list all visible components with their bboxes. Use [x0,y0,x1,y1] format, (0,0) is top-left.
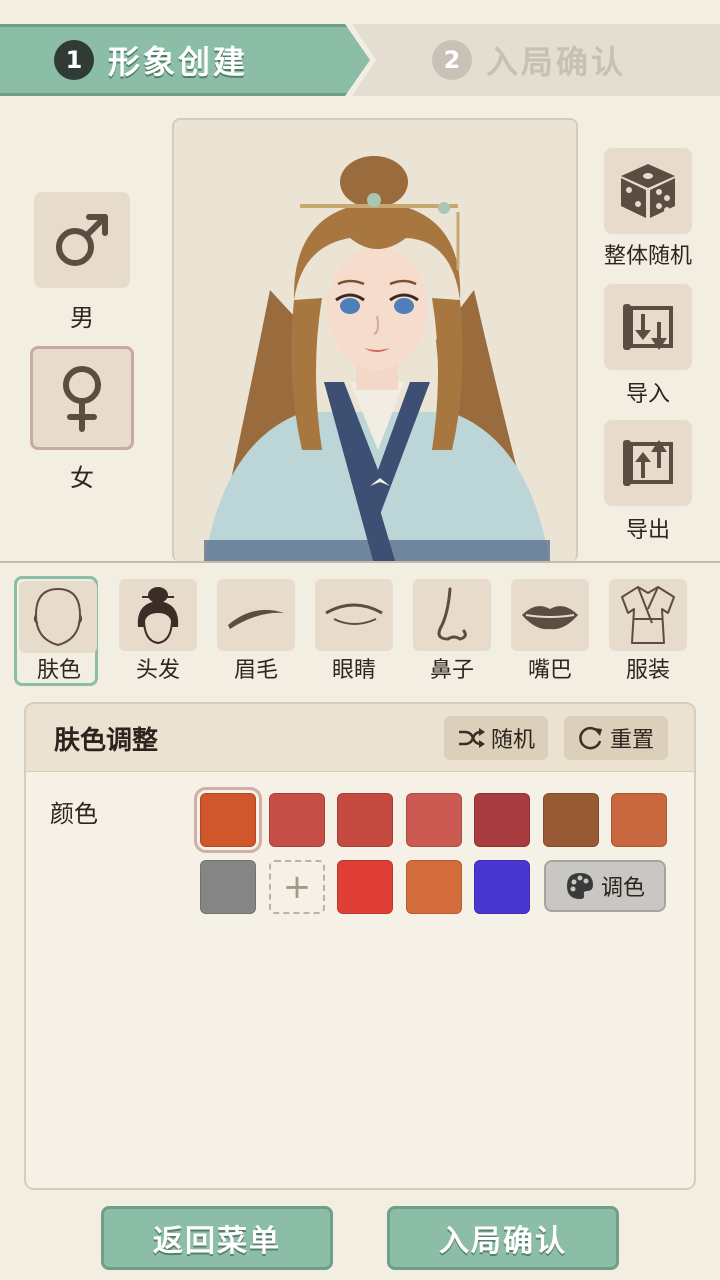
panel-title: 肤色调整 [54,726,159,756]
step-header: 1 形象创建 2 入局确认 [0,24,720,96]
shuffle-icon [458,728,485,748]
tab-label: 眼睛 [331,658,376,683]
nose-icon [437,587,467,641]
color-swatch[interactable] [406,860,462,914]
male-label: 男 [70,304,94,332]
palette-icon [566,873,593,899]
color-swatch[interactable] [406,793,462,847]
plus-icon: + [282,867,312,907]
color-swatch[interactable] [200,860,256,914]
tab-label: 嘴巴 [527,658,572,683]
color-swatch[interactable] [269,793,325,847]
reset-button[interactable]: 重置 [564,716,668,760]
male-button[interactable] [34,192,130,288]
tab-label: 鼻子 [429,658,474,683]
color-swatch[interactable] [611,793,667,847]
step-label: 入局确认 [486,43,627,81]
export-scroll-icon [623,440,673,486]
divider [0,561,720,563]
skin-adjust-panel: 肤色调整 随机 重置 [24,702,696,1190]
tab-label: 肤色 [36,658,81,683]
color-swatch[interactable] [543,793,599,847]
tab-skin[interactable]: 肤色 [14,576,98,686]
step-number: 1 [54,40,94,80]
random-all-button[interactable] [604,148,692,234]
tab-clothing[interactable]: 服装 [606,576,690,686]
color-swatch[interactable] [337,860,393,914]
add-color-button[interactable]: + [269,860,325,914]
color-swatch[interactable] [194,787,262,853]
male-symbol-icon [56,214,108,266]
import-button[interactable] [604,284,692,370]
tab-eyebrows[interactable]: 眉毛 [214,576,298,686]
tab-hair[interactable]: 头发 [116,576,200,686]
female-button[interactable] [30,346,134,450]
export-button[interactable] [604,420,692,506]
eyebrow-icon [228,609,284,629]
confirm-entry-button[interactable]: 入局确认 [387,1206,619,1270]
tab-label: 眉毛 [233,658,278,683]
import-scroll-icon [623,304,673,350]
reset-label: 重置 [609,728,654,753]
import-label: 导入 [625,382,670,407]
step-label: 形象创建 [108,43,249,81]
color-label: 颜色 [50,800,98,828]
eye-icon [325,603,383,625]
color-swatch[interactable] [337,793,393,847]
step-2-confirm: 2 入局确认 [352,24,720,96]
female-label: 女 [70,464,94,492]
tab-nose[interactable]: 鼻子 [410,576,494,686]
face-outline-icon [33,587,83,647]
robe-icon [621,586,675,644]
step-number: 2 [432,40,472,80]
custom-color-label: 调色 [600,876,645,901]
back-to-menu-button[interactable]: 返回菜单 [101,1206,333,1270]
lips-icon [522,606,578,630]
tab-mouth[interactable]: 嘴巴 [508,576,592,686]
color-swatch[interactable] [474,860,530,914]
panel-header: 肤色调整 随机 重置 [26,704,694,772]
random-label: 随机 [490,728,535,753]
random-all-label: 整体随机 [603,244,692,269]
export-label: 导出 [625,518,670,543]
female-symbol-icon [63,366,101,432]
dice-icon [621,164,675,218]
reset-icon [579,726,602,750]
hair-bun-icon [137,587,179,645]
character-portrait [172,118,578,562]
tab-eyes[interactable]: 眼睛 [312,576,396,686]
random-button[interactable]: 随机 [444,716,548,760]
tab-label: 头发 [135,658,180,683]
tab-label: 服装 [625,658,670,683]
custom-color-button[interactable]: 调色 [544,860,666,912]
color-swatch[interactable] [474,793,530,847]
step-1-character-creation: 1 形象创建 [0,24,370,96]
